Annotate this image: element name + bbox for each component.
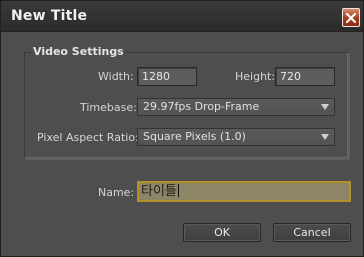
dialog-title: New Title — [11, 8, 88, 24]
title-bar[interactable]: New Title — [1, 1, 363, 32]
chevron-down-icon — [321, 134, 329, 140]
name-value: 타이틀 — [141, 184, 177, 199]
ok-button[interactable]: OK — [183, 223, 261, 242]
name-input[interactable]: 타이틀 — [137, 181, 351, 202]
name-label: Name: — [98, 186, 135, 199]
text-caret — [177, 184, 179, 197]
pixel-aspect-ratio-dropdown[interactable]: Square Pixels (1.0) — [137, 128, 335, 146]
chevron-down-icon — [321, 104, 329, 110]
close-button[interactable] — [342, 8, 360, 27]
timebase-dropdown[interactable]: 29.97fps Drop-Frame — [137, 98, 335, 116]
new-title-dialog: New Title Video Settings Width: 1280 Hei… — [0, 0, 364, 257]
pixel-aspect-ratio-label: Pixel Aspect Ratio: — [37, 131, 139, 144]
width-label: Width: — [98, 70, 134, 83]
timebase-value: 29.97fps Drop-Frame — [143, 100, 260, 113]
cancel-button[interactable]: Cancel — [273, 223, 351, 242]
timebase-label: Timebase: — [80, 101, 137, 114]
video-settings-title: Video Settings — [31, 45, 126, 58]
height-input[interactable]: 720 — [275, 67, 335, 86]
height-label: Height: — [235, 70, 276, 83]
pixel-aspect-ratio-value: Square Pixels (1.0) — [143, 130, 246, 143]
close-icon — [345, 12, 357, 23]
width-input[interactable]: 1280 — [137, 67, 197, 86]
